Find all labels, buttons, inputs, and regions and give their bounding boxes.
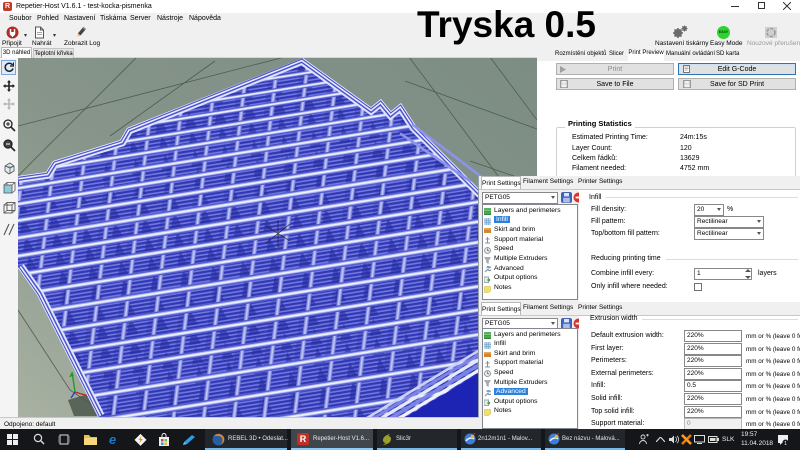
svg-text:1: 1 [784, 441, 787, 446]
